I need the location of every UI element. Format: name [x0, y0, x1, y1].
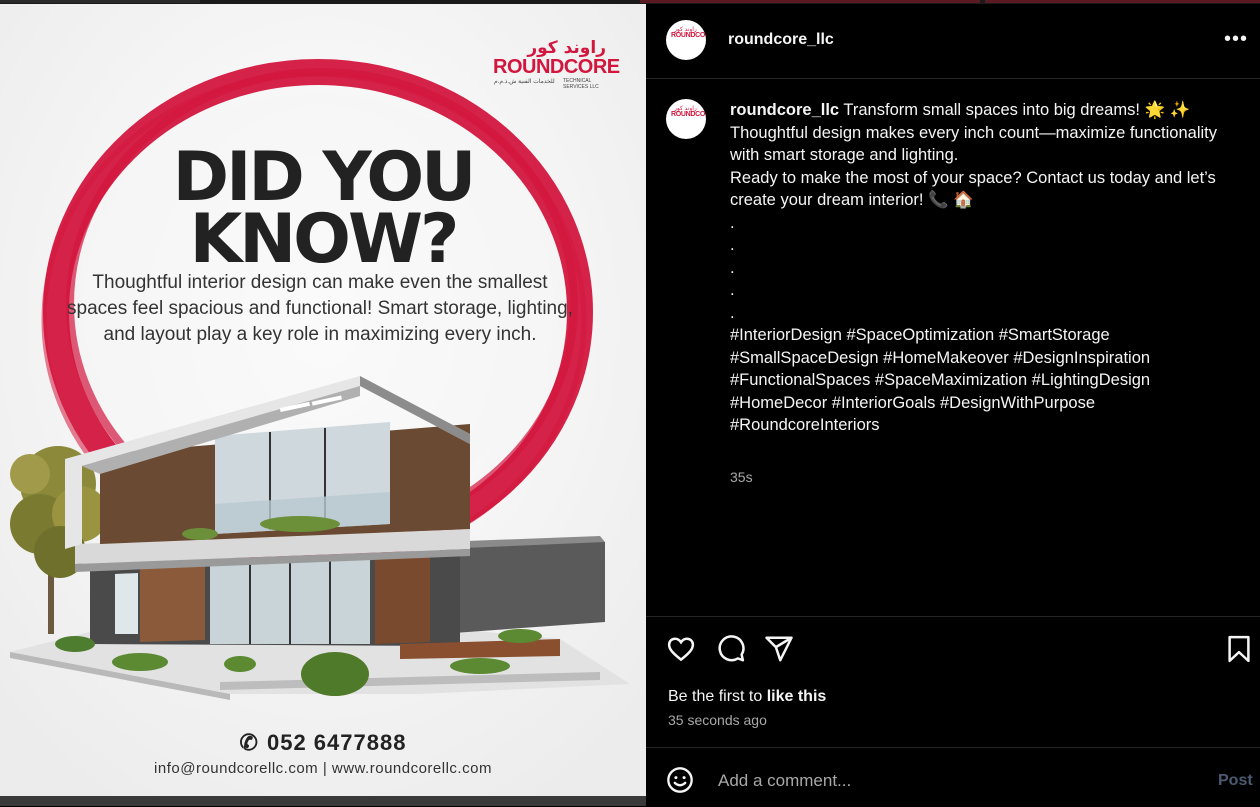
logo-round: ROUND: [493, 56, 564, 78]
more-horizontal-icon[interactable]: •••: [1224, 28, 1248, 51]
caption-line1: Transform small spaces into big dreams! …: [843, 101, 1191, 119]
poster-bottom-bar: [0, 796, 646, 806]
poster-artwork: [0, 4, 646, 796]
caption-section: راوند كور ROUNDCORE roundcore_llc Transf…: [646, 79, 1260, 617]
likes-summary: Be the first to like this: [668, 688, 826, 706]
caption-dot: .: [730, 213, 735, 232]
caption-avatar[interactable]: راوند كور ROUNDCORE: [666, 99, 706, 139]
heart-icon[interactable]: [666, 634, 698, 666]
header-username[interactable]: roundcore_llc: [728, 31, 834, 49]
poster-headline-line2: KNOW?: [189, 200, 460, 279]
poster-contact: info@roundcorellc.com | www.roundcorellc…: [154, 760, 492, 777]
caption-dot: .: [730, 258, 735, 277]
post-header: راوند كور ROUNDCORE roundcore_llc •••: [646, 4, 1260, 79]
logo-sub-english: TECHNICAL SERVICES LLC: [563, 78, 599, 90]
bookmark-icon[interactable]: [1224, 634, 1256, 666]
caption-dot: .: [730, 236, 735, 254]
caption-text: roundcore_llc Transform small spaces int…: [730, 99, 1230, 437]
post-timestamp[interactable]: 35 seconds ago: [668, 712, 767, 728]
logo-core: CORE: [563, 56, 620, 78]
emoji-icon[interactable]: [666, 766, 694, 794]
caption-line3: Ready to make the most of your space? Co…: [730, 168, 1216, 210]
like-this-link[interactable]: like this: [767, 688, 827, 705]
post-comment-button[interactable]: Post: [1218, 772, 1253, 790]
avatar-logo-wordmark: ROUNDCORE: [671, 32, 706, 39]
caption-dot: .: [730, 303, 735, 322]
poster-body-text: Thoughtful interior design can make even…: [67, 272, 573, 345]
post-image: راوند كور ROUNDCORE للخدمات الفنية ش.ذ.م…: [0, 4, 646, 796]
likes-prefix: Be the first to: [668, 688, 763, 705]
comment-input[interactable]: [716, 766, 1180, 796]
action-bar: [646, 634, 1260, 666]
share-icon[interactable]: [764, 634, 796, 666]
avatar[interactable]: راوند كور ROUNDCORE: [666, 20, 706, 60]
caption-dot: .: [730, 281, 735, 299]
caption-time[interactable]: 35s: [730, 469, 753, 485]
logo-arabic: راوند كور: [527, 38, 606, 58]
avatar-logo-wordmark: ROUNDCORE: [671, 111, 706, 118]
logo-sub-arabic: للخدمات الفنية ش.ذ.م.م: [494, 79, 555, 85]
logo-wordmark: ROUNDCORE: [493, 56, 620, 79]
comment-icon[interactable]: [716, 634, 748, 666]
phone-icon: ✆: [239, 730, 259, 755]
poster-phone: ✆ 052 6477888: [0, 730, 646, 756]
post-side-panel: راوند كور ROUNDCORE roundcore_llc ••• را…: [646, 4, 1260, 806]
phone-number: 052 6477888: [266, 730, 407, 755]
roundcore-logo: راوند كور ROUNDCORE للخدمات الفنية ش.ذ.م…: [488, 38, 620, 90]
comment-bar: Post: [646, 747, 1260, 807]
caption-username[interactable]: roundcore_llc: [730, 101, 839, 119]
caption-hashtags[interactable]: #InteriorDesign #SpaceOptimization #Smar…: [730, 326, 1150, 434]
caption-line2: Thoughtful design makes every inch count…: [730, 123, 1217, 165]
